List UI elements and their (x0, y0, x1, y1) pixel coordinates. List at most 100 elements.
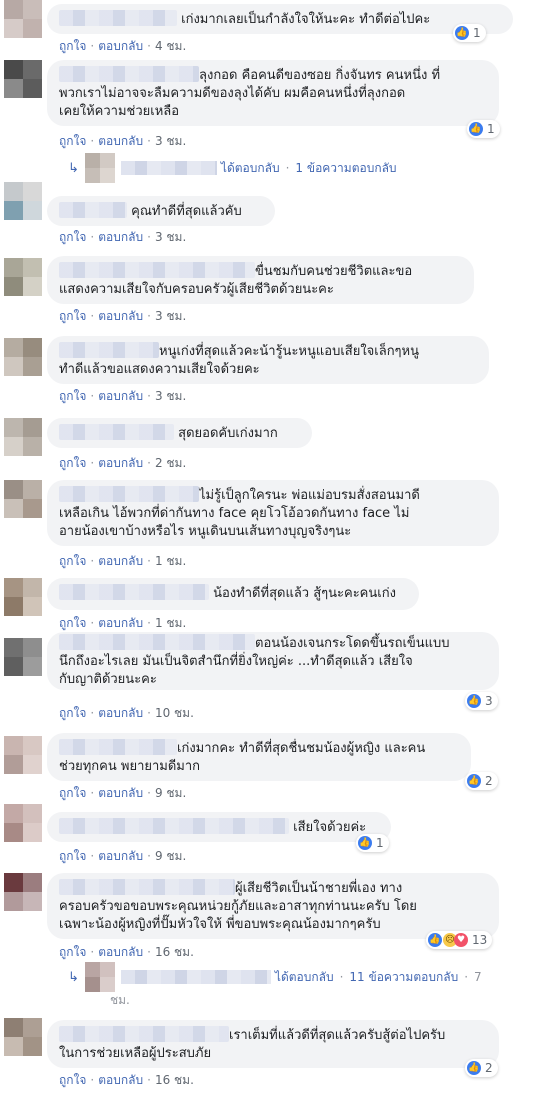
avatar[interactable] (4, 736, 42, 774)
like-link[interactable]: ถูกใจ (59, 309, 86, 323)
comment-time[interactable]: 1 ชม. (155, 616, 186, 630)
avatar[interactable] (4, 0, 42, 38)
comment-time[interactable]: 1 ชม. (155, 554, 186, 568)
reply-link[interactable]: ตอบกลับ (98, 786, 143, 800)
comment-text: หนูเก่งที่สุดแล้วคะน้ารู้นะหนูแอบเสียใจเ… (159, 344, 419, 359)
reply-link[interactable]: ตอบกลับ (98, 389, 143, 403)
comment-time[interactable]: 16 ชม. (155, 945, 194, 959)
like-link[interactable]: ถูกใจ (59, 39, 86, 53)
reply-link[interactable]: ตอบกลับ (98, 456, 143, 470)
reply-link[interactable]: ตอบกลับ (98, 230, 143, 244)
reaction-count[interactable]: 👍 2 (465, 772, 498, 790)
comment-time[interactable]: 10 ชม. (155, 706, 194, 720)
avatar[interactable] (4, 638, 42, 676)
avatar[interactable] (4, 804, 42, 842)
comment-actions: ถูกใจ · ตอบกลับ · 9 ชม. (59, 849, 187, 863)
blurred-author-name[interactable] (59, 634, 255, 650)
avatar[interactable] (4, 480, 42, 518)
comment-text: ไม่รู้เป็ลูกใครนะ พ่อแม่อบรมสั่งสอนมาดี (199, 488, 420, 503)
comment-text: คุณทำดีที่สุดแล้วคับ (131, 204, 242, 219)
avatar[interactable] (4, 60, 42, 98)
comment-actions: ถูกใจ · ตอบกลับ · 1 ชม. (59, 554, 187, 568)
avatar[interactable] (4, 258, 42, 296)
comment-bubble: เราเต็มที่แล้วดีที่สุดแล้วครับสู้ต่อไปคร… (47, 1020, 499, 1068)
reply-link[interactable]: ตอบกลับ (98, 616, 143, 630)
like-link[interactable]: ถูกใจ (59, 230, 86, 244)
blurred-author-name[interactable] (59, 424, 174, 440)
reply-avatar (84, 153, 115, 183)
comment-bubble: เสียใจด้วยค่ะ (47, 812, 391, 842)
comment-bubble: เก่งมากเลยเป็นกำลังใจให้นะคะ ทำดีต่อไปคะ (47, 4, 513, 34)
like-reaction-icon: 👍 (467, 694, 481, 708)
comment-actions: ถูกใจ · ตอบกลับ · 10 ชม. (59, 706, 194, 720)
comment-time[interactable]: 9 ชม. (155, 849, 186, 863)
reaction-count[interactable]: 👍 2 (465, 1059, 498, 1077)
like-link[interactable]: ถูกใจ (59, 706, 86, 720)
comment-actions: ถูกใจ · ตอบกลับ · 2 ชม. (59, 456, 187, 470)
blurred-author-name[interactable] (59, 486, 199, 502)
view-replies[interactable]: ↳ ได้ตอบกลับ · 1 ข้อความตอบกลับ (68, 153, 397, 183)
like-link[interactable]: ถูกใจ (59, 945, 86, 959)
comment-time[interactable]: 16 ชม. (155, 1073, 194, 1087)
avatar[interactable] (4, 418, 42, 456)
blurred-author-name[interactable] (59, 584, 209, 600)
reaction-count[interactable]: 👍 1 (467, 120, 500, 138)
avatar[interactable] (4, 873, 42, 911)
reaction-count[interactable]: 👍 1 (453, 24, 486, 42)
reply-link[interactable]: ตอบกลับ (98, 1073, 143, 1087)
comment-bubble: เก่งมากคะ ทำดีที่สุดชื่นชมน้องผู้หญิง แล… (47, 733, 471, 781)
avatar[interactable] (4, 338, 42, 376)
comment-bubble: ตอนน้องเจนกระโดดขึ้นรถเข็นแบบ นึกถึงอะไร… (47, 632, 499, 690)
blurred-author-name[interactable] (59, 66, 199, 82)
reply-link[interactable]: ตอบกลับ (98, 554, 143, 568)
reply-link[interactable]: ตอบกลับ (98, 706, 143, 720)
comment-time[interactable]: 3 ชม. (155, 389, 186, 403)
comment-time[interactable]: 4 ชม. (155, 39, 186, 53)
reply-link[interactable]: ตอบกลับ (98, 849, 143, 863)
like-link[interactable]: ถูกใจ (59, 389, 86, 403)
comment-text: เราเต็มที่แล้วดีที่สุดแล้วครับสู้ต่อไปคร… (229, 1028, 446, 1043)
comment-time[interactable]: 9 ชม. (155, 786, 186, 800)
view-replies[interactable]: ↳ ได้ตอบกลับ · 11 ข้อความตอบกลับ · 7 (68, 962, 482, 992)
comment-bubble: สุดยอดคับเก่งมาก (47, 418, 312, 448)
like-link[interactable]: ถูกใจ (59, 456, 86, 470)
blurred-author-name[interactable] (59, 10, 177, 26)
avatar[interactable] (4, 1018, 42, 1056)
like-link[interactable]: ถูกใจ (59, 786, 86, 800)
comment-text: ผู้เสียชีวิตเป็นน้าชายพี่เอง ทาง (235, 881, 403, 896)
comment-time[interactable]: 3 ชม. (155, 309, 186, 323)
blurred-author-name[interactable] (59, 818, 289, 834)
blurred-author-name[interactable] (59, 342, 159, 358)
comment-time[interactable]: 2 ชม. (155, 456, 186, 470)
reply-link[interactable]: ตอบกลับ (98, 39, 143, 53)
like-link[interactable]: ถูกใจ (59, 849, 86, 863)
comment-time[interactable]: 3 ชม. (155, 134, 186, 148)
like-link[interactable]: ถูกใจ (59, 134, 86, 148)
comment-bubble: หนูเก่งที่สุดแล้วคะน้ารู้นะหนูแอบเสียใจเ… (47, 336, 489, 384)
comment-text: สุดยอดคับเก่งมาก (178, 426, 278, 441)
comment-actions: ถูกใจ · ตอบกลับ · 4 ชม. (59, 39, 187, 53)
comment-text: เสียใจด้วยค่ะ (293, 820, 367, 835)
avatar[interactable] (4, 182, 42, 220)
reaction-count[interactable]: 👍 3 (465, 692, 498, 710)
comment-time[interactable]: 3 ชม. (155, 230, 186, 244)
reaction-count[interactable]: 👍 1 (356, 834, 389, 852)
heart-reaction-icon: ♥ (454, 933, 468, 947)
reply-link[interactable]: ตอบกลับ (98, 945, 143, 959)
comment-actions: ถูกใจ · ตอบกลับ · 3 ชม. (59, 389, 187, 403)
comment-bubble: ขื่นชมกับคนช่วยชีวิตและขอ แสดงความเสียใจ… (47, 256, 474, 304)
blurred-reply-author (120, 161, 217, 175)
avatar[interactable] (4, 578, 42, 616)
like-link[interactable]: ถูกใจ (59, 1073, 86, 1087)
blurred-author-name[interactable] (59, 739, 177, 755)
like-link[interactable]: ถูกใจ (59, 616, 86, 630)
reply-link[interactable]: ตอบกลับ (98, 134, 143, 148)
blurred-author-name[interactable] (59, 1026, 229, 1042)
reply-link[interactable]: ตอบกลับ (98, 309, 143, 323)
blurred-author-name[interactable] (59, 202, 127, 218)
blurred-author-name[interactable] (59, 262, 255, 278)
like-link[interactable]: ถูกใจ (59, 554, 86, 568)
reaction-count[interactable]: 👍 ☹ ♥ 13 (426, 931, 493, 949)
blurred-author-name[interactable] (59, 879, 235, 895)
comment-text: ขื่นชมกับคนช่วยชีวิตและขอ (255, 264, 413, 279)
